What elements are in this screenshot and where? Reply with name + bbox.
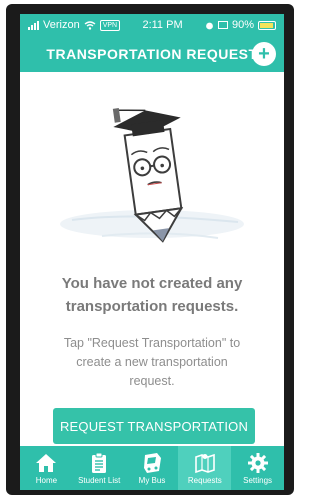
tab-requests[interactable]: Requests: [178, 446, 232, 490]
tab-home-label: Home: [35, 475, 58, 485]
bus-icon: [143, 452, 161, 473]
empty-state-title-line2: transportation requests.: [65, 298, 239, 315]
empty-state-title-line1: You have not created any: [61, 275, 243, 292]
empty-state-title: You have not created any transportation …: [30, 272, 274, 318]
tab-settings[interactable]: Settings: [231, 446, 284, 490]
status-bar: Verizon VPN 2:11 PM 90%: [20, 14, 284, 36]
empty-state-hint-line3: request.: [129, 374, 175, 388]
bottom-tab-bar: Home Student List My Bus Requests Settin…: [20, 446, 284, 490]
clock: 2:11 PM: [142, 19, 183, 31]
signal-icon: [28, 20, 39, 30]
battery-icon: [257, 20, 276, 30]
tab-my-bus-label: My Bus: [138, 475, 166, 485]
wifi-icon: [84, 20, 96, 30]
status-bar-left: Verizon VPN: [28, 19, 121, 31]
page-title: TRANSPORTATION REQUEST: [46, 46, 258, 62]
clipboard-icon: [92, 452, 107, 473]
map-icon: [194, 453, 215, 473]
gear-icon: [247, 452, 268, 473]
tab-student-list[interactable]: Student List: [73, 446, 126, 490]
tab-student-list-label: Student List: [78, 475, 121, 485]
empty-state-hint-line2: create a new transportation: [76, 355, 228, 369]
tab-my-bus[interactable]: My Bus: [126, 446, 179, 490]
tab-settings-label: Settings: [243, 475, 273, 485]
main-content: You have not created any transportation …: [20, 72, 284, 446]
page-header: TRANSPORTATION REQUEST +: [20, 36, 284, 72]
app-screen: Verizon VPN 2:11 PM 90% TRANSPORTATION R…: [20, 14, 284, 490]
cast-icon: [217, 21, 228, 29]
battery-percent: 90%: [231, 19, 254, 31]
alarm-icon: [206, 22, 213, 29]
status-bar-right: 90%: [205, 19, 276, 31]
empty-state-hint-line1: Tap "Request Transportation" to: [63, 336, 241, 350]
pencil-graduate-illustration: [60, 108, 244, 243]
add-request-button[interactable]: +: [252, 42, 276, 66]
empty-state-hint: Tap "Request Transportation" to create a…: [34, 334, 270, 391]
tab-requests-label: Requests: [187, 475, 222, 485]
vpn-badge: VPN: [99, 19, 121, 31]
request-transportation-button[interactable]: REQUEST TRANSPORTATION: [53, 408, 255, 444]
tab-home[interactable]: Home: [20, 446, 73, 490]
carrier-name: Verizon: [43, 19, 80, 31]
home-icon: [36, 453, 57, 472]
